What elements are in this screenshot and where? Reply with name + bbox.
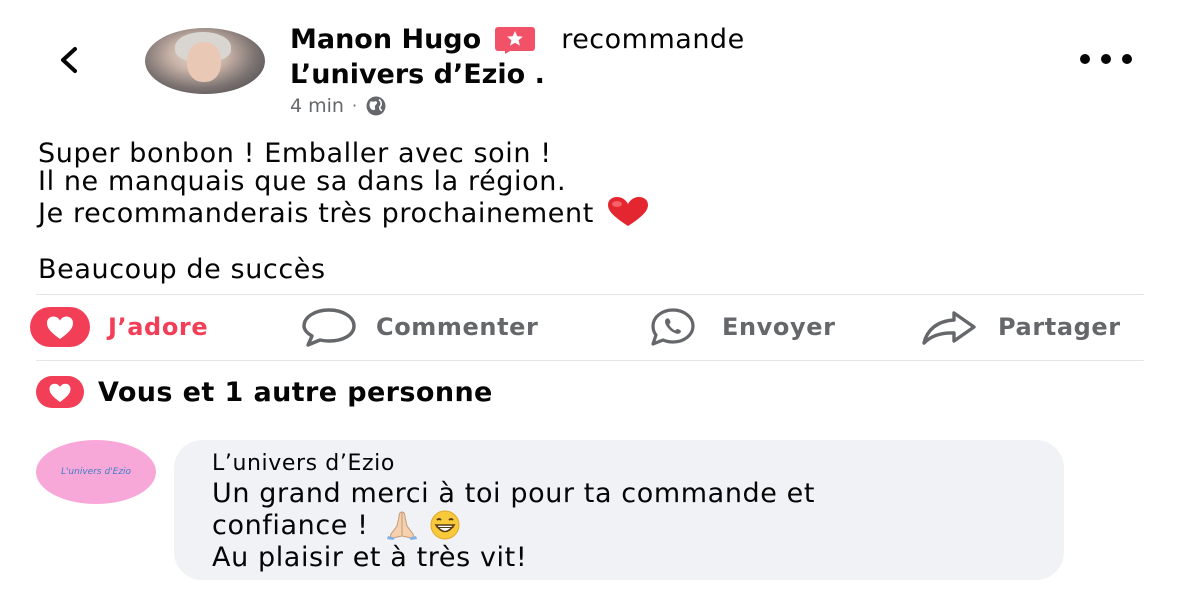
love-reaction-icon	[36, 376, 84, 408]
comment-line-2-text: confiance !	[212, 510, 369, 541]
post-meta: 4 min ·	[290, 92, 990, 120]
back-button[interactable]	[50, 40, 90, 80]
comment-line-1: Un grand merci à toi pour ta commande et	[212, 478, 816, 509]
grinning-face-emoji	[430, 510, 460, 540]
more-dot	[1080, 54, 1090, 64]
divider-bottom	[36, 360, 1144, 361]
folded-hands-emoji	[386, 511, 417, 540]
recommend-verb: recommande	[561, 24, 745, 55]
comment-author[interactable]: L’univers d’Ezio	[212, 450, 1026, 478]
comment-bubble-icon	[302, 308, 356, 347]
header-line: Manon Hugo recommande	[290, 22, 990, 58]
more-options-button[interactable]	[1080, 44, 1132, 74]
divider-top	[36, 294, 1144, 295]
post-closing: Beaucoup de succès	[38, 254, 326, 285]
comment-label: Commenter	[376, 313, 539, 341]
like-label: J’adore	[108, 313, 209, 341]
share-label: Partager	[998, 313, 1121, 341]
comment-line-3: Au plaisir et à très vit!	[212, 542, 528, 573]
post-header: Manon Hugo recommande L’univers d’Ezio .…	[290, 22, 990, 120]
reactions-text: Vous et 1 autre personne	[98, 376, 493, 408]
red-heart-emoji	[607, 197, 648, 226]
share-button[interactable]: Partager	[920, 300, 1121, 354]
comment-line-2: confiance !	[212, 510, 1026, 542]
post-line-2: Il ne manquais que sa dans la région.	[38, 166, 567, 197]
comment-avatar-logo: L'univers d'Ezio	[60, 467, 132, 477]
globe-icon	[366, 96, 386, 116]
comment-bubble[interactable]: L’univers d’Ezio Un grand merci à toi po…	[174, 440, 1064, 580]
chevron-left-icon	[61, 47, 77, 73]
comment-button[interactable]: Commenter	[300, 300, 538, 354]
post-line-3-text: Je recommanderais très prochainement	[38, 198, 594, 229]
post-text: Super bonbon ! Emballer avec soin ! Il n…	[38, 140, 1138, 284]
post-line-1: Super bonbon ! Emballer avec soin !	[38, 138, 552, 169]
send-button[interactable]: Envoyer	[642, 300, 836, 354]
send-label: Envoyer	[722, 313, 836, 341]
reactions-summary[interactable]: Vous et 1 autre personne	[36, 376, 493, 408]
more-dot	[1101, 54, 1111, 64]
author-avatar[interactable]	[145, 28, 265, 94]
action-bar: J’adore Commenter Envoyer Partager	[30, 300, 1160, 354]
love-reaction-icon	[30, 307, 90, 347]
post-time[interactable]: 4 min	[290, 92, 344, 120]
page-name[interactable]: L’univers d’Ezio .	[290, 58, 990, 92]
avatar-face	[187, 42, 221, 82]
share-arrow-icon	[922, 311, 976, 345]
like-button[interactable]: J’adore	[30, 300, 208, 354]
whatsapp-icon	[651, 308, 695, 346]
more-dot	[1122, 54, 1132, 64]
meta-separator: ·	[351, 96, 358, 115]
comment-avatar[interactable]: L'univers d'Ezio	[36, 440, 156, 504]
post-line-3: Je recommanderais très prochainement	[38, 196, 1138, 228]
recommendation-star-icon	[495, 27, 536, 54]
author-name[interactable]: Manon Hugo	[290, 22, 481, 58]
